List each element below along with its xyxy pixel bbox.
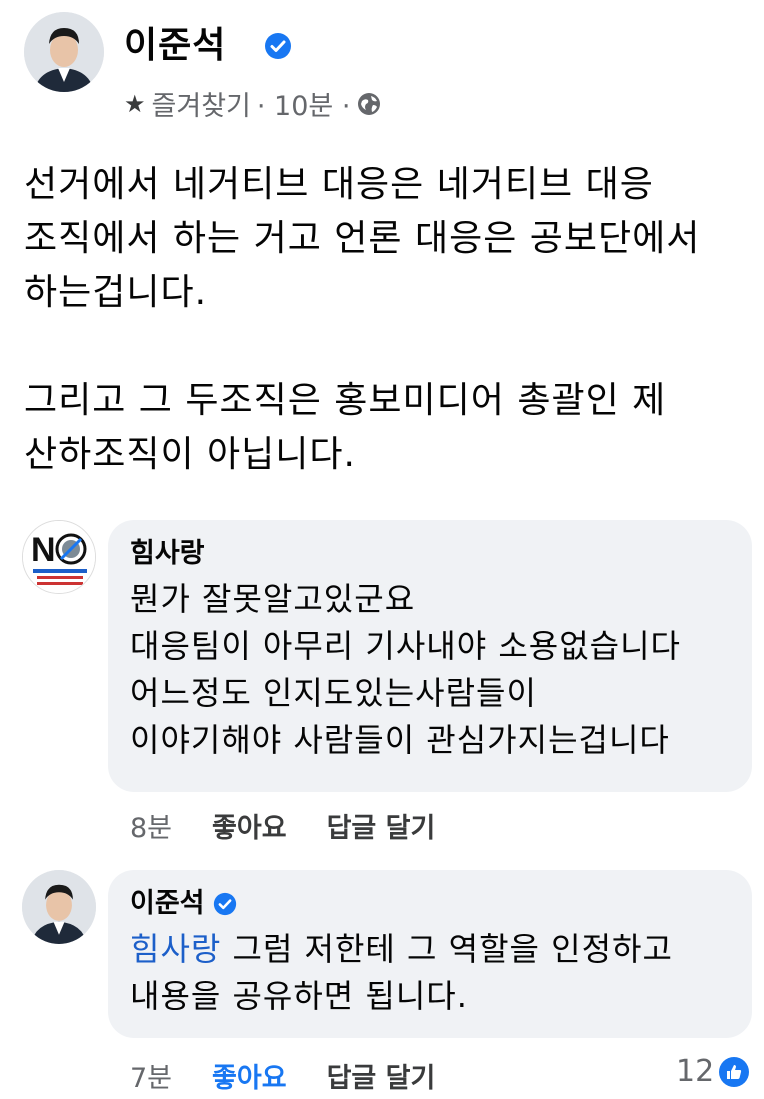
commenter-avatar[interactable]: N bbox=[22, 520, 96, 594]
post-author-name[interactable]: 이준석 bbox=[124, 16, 226, 68]
post-meta: ★ 즐겨찾기 · 10분 · bbox=[124, 84, 382, 123]
commenter-avatar[interactable] bbox=[22, 870, 96, 944]
post-header: 이준석 ★ 즐겨찾기 · 10분 · bbox=[24, 12, 744, 122]
comment-text: 뭔가 잘못알고있군요 대응팀이 아무리 기사내야 소용없습니다 어느정도 인지도… bbox=[130, 580, 681, 759]
reply-button[interactable]: 답글 달기 bbox=[327, 806, 436, 845]
comment-author-name[interactable]: 힘사랑 bbox=[130, 536, 730, 572]
comment-author-header: 이준석 bbox=[130, 886, 730, 922]
post-text-paragraph-2: 그리고 그 두조직은 홍보미디어 총괄인 제 산하조직이 아닙니다. bbox=[24, 380, 667, 475]
comment-text-line-2: 내용을 공유하면 됩니다. bbox=[130, 977, 468, 1015]
favorite-label[interactable]: 즐겨찾기 bbox=[152, 84, 251, 123]
post-body: 선거에서 네거티브 대응은 네거티브 대응 조직에서 하는 거고 언론 대응은 … bbox=[24, 158, 744, 482]
like-button[interactable]: 좋아요 bbox=[212, 806, 287, 845]
post-text-paragraph-1: 선거에서 네거티브 대응은 네거티브 대응 조직에서 하는 거고 언론 대응은 … bbox=[24, 164, 701, 313]
comment-bubble-1: 힘사랑 뭔가 잘못알고있군요 대응팀이 아무리 기사내야 소용없습니다 어느정도… bbox=[108, 520, 752, 792]
svg-text:N: N bbox=[31, 531, 56, 569]
comment-author-name[interactable]: 이준석 bbox=[130, 886, 205, 922]
reply-button[interactable]: 답글 달기 bbox=[327, 1056, 436, 1095]
comment-actions-1: 8분 좋아요 답글 달기 bbox=[130, 806, 475, 845]
comment-text-line-1: 그럼 저한테 그 역할을 인정하고 bbox=[221, 930, 673, 968]
reaction-count: 12 bbox=[676, 1054, 715, 1089]
globe-icon bbox=[358, 92, 381, 115]
reaction-summary[interactable]: 12 bbox=[676, 1054, 750, 1089]
verified-badge-icon bbox=[213, 892, 236, 916]
comment-time[interactable]: 7분 bbox=[130, 1056, 172, 1095]
comment-text: 힘사랑 그럼 저한테 그 역할을 인정하고 내용을 공유하면 됩니다. bbox=[130, 926, 730, 1020]
comment-bubble-2: 이준석 힘사랑 그럼 저한테 그 역할을 인정하고 내용을 공유하면 됩니다. bbox=[108, 870, 752, 1038]
post-time[interactable]: · 10분 · bbox=[257, 84, 351, 123]
star-icon: ★ bbox=[124, 89, 146, 118]
mention-link[interactable]: 힘사랑 bbox=[130, 930, 221, 968]
verified-badge-icon bbox=[265, 33, 291, 59]
like-reaction-icon bbox=[719, 1056, 750, 1087]
author-avatar[interactable] bbox=[24, 12, 104, 92]
like-button[interactable]: 좋아요 bbox=[212, 1056, 287, 1095]
comment-actions-2: 7분 좋아요 답글 달기 bbox=[130, 1056, 475, 1095]
comment-time[interactable]: 8분 bbox=[130, 806, 172, 845]
